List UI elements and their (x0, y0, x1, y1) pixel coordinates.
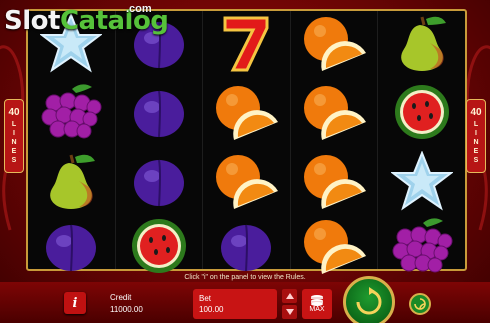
triangle-up-icon (285, 293, 294, 299)
grapes-symbol (386, 216, 458, 276)
lines-word: LINES (473, 121, 479, 164)
reel-area (26, 9, 467, 274)
orange-symbol (210, 151, 282, 211)
reel-4 (291, 11, 379, 274)
max-bet-button[interactable]: MAX (302, 289, 332, 319)
coin-stack-icon (311, 295, 323, 306)
bet-value: 100.00 (199, 305, 224, 314)
bet-increase-button[interactable] (282, 289, 297, 303)
orange-symbol (210, 82, 282, 142)
plum-symbol (35, 216, 107, 276)
info-button[interactable]: i (64, 292, 86, 314)
orange-symbol (298, 216, 370, 276)
star-symbol (386, 151, 458, 211)
lines-count: 40 (8, 107, 20, 118)
lines-word: LINES (11, 121, 17, 164)
reel-3 (203, 11, 291, 272)
autoplay-button[interactable] (409, 293, 431, 315)
watermark-slot: Slot (4, 6, 60, 36)
spin-button[interactable] (343, 276, 395, 323)
rules-hint: Click "i" on the panel to view the Rules… (184, 274, 306, 281)
slotcatalog-watermark: Slot Catalog .com (4, 3, 169, 40)
grapes-symbol (35, 82, 107, 142)
pear-symbol (35, 151, 107, 211)
watermelon-symbol (386, 82, 458, 142)
bet-decrease-button[interactable] (282, 305, 297, 319)
spin-arrows-icon (356, 287, 382, 315)
seven-symbol (210, 13, 282, 73)
reel-2 (116, 11, 204, 273)
bet-label: Bet (199, 294, 212, 303)
reel-1 (28, 11, 116, 272)
orange-symbol (298, 13, 370, 73)
plum-symbol (123, 82, 195, 142)
lines-badge-left: 40 LINES (4, 99, 24, 173)
credit-label: Credit (110, 293, 132, 302)
game-stage: Slot Catalog .com 40 LINES 40 LINES Click… (0, 0, 490, 323)
watermark-com: .com (126, 3, 152, 15)
credit-display: Credit 11000.00 (110, 292, 143, 316)
triangle-down-icon (285, 309, 294, 315)
plum-symbol (210, 216, 282, 276)
orange-symbol (298, 151, 370, 211)
pear-symbol (386, 13, 458, 73)
autoplay-icon (414, 298, 426, 310)
orange-symbol (298, 82, 370, 142)
plum-symbol (123, 151, 195, 211)
watermelon-symbol (123, 216, 195, 276)
reel-5 (378, 11, 465, 273)
max-label: MAX (309, 306, 325, 313)
watermark-catalog: Catalog (59, 6, 169, 36)
lines-count: 40 (470, 107, 482, 118)
lines-badge-right: 40 LINES (466, 99, 486, 173)
bet-display: Bet 100.00 (193, 289, 277, 319)
credit-value: 11000.00 (110, 305, 143, 314)
